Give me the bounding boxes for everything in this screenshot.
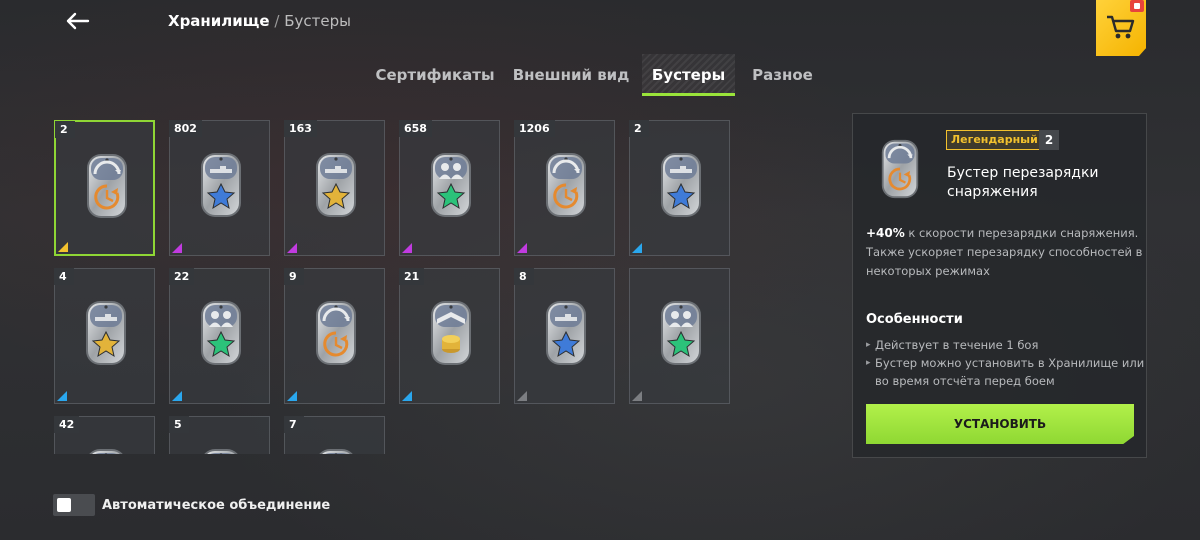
rarity-corner-marker [632, 391, 642, 401]
breadcrumb-separator: / [274, 12, 280, 30]
reload-booster-icon [544, 151, 588, 223]
rarity-badge: Легендарный [946, 130, 1043, 150]
rarity-corner-marker [287, 391, 297, 401]
booster-card[interactable]: 802 [169, 120, 270, 256]
tab-boosters[interactable]: Бустеры [642, 54, 735, 96]
rarity-corner-marker [58, 242, 68, 252]
booster-count: 658 [399, 120, 432, 137]
booster-count: 2 [55, 121, 75, 138]
tab-appearance[interactable]: Внешний вид [500, 54, 642, 96]
tank-star-booster-icon [84, 299, 128, 371]
crew-star-booster-icon [429, 151, 473, 223]
shopping-cart-icon [1107, 15, 1135, 39]
booster-card[interactable]: 163 [284, 120, 385, 256]
category-tabs: Сертификаты Внешний вид Бустеры Разное [370, 54, 830, 96]
tab-label: Внешний вид [512, 66, 630, 84]
toggle-knob [57, 498, 71, 512]
booster-detail-panel: Легендарный 2 Бустер перезарядки снаряже… [852, 113, 1147, 458]
tab-label: Разное [752, 66, 813, 84]
booster-card[interactable]: 658 [399, 120, 500, 256]
booster-card[interactable]: 42 [54, 416, 155, 454]
booster-card[interactable]: 1206 [514, 120, 615, 256]
auto-merge-toggle[interactable] [53, 494, 95, 516]
desc-bonus: +40% [866, 226, 905, 240]
tab-misc[interactable]: Разное [735, 54, 830, 96]
tab-label: Сертификаты [375, 66, 495, 84]
booster-count: 5 [169, 416, 189, 433]
detail-count: 2 [1039, 130, 1059, 150]
features-list: Действует в течение 1 боя Бустер можно у… [866, 336, 1148, 390]
booster-title: Бустер перезарядки снаряжения [947, 165, 1099, 200]
booster-count: 2 [629, 120, 649, 137]
booster-card[interactable]: 2 [54, 120, 155, 256]
tank-star-booster-icon [544, 299, 588, 371]
booster-count: 1206 [514, 120, 555, 137]
booster-count: 42 [54, 416, 80, 433]
reload-booster-icon [84, 447, 128, 454]
booster-count: 8 [514, 268, 534, 285]
rarity-corner-marker [402, 391, 412, 401]
auto-merge-label: Автоматическое объединение [102, 498, 331, 513]
booster-card[interactable]: 22 [169, 268, 270, 404]
tank-star-booster-icon [314, 151, 358, 223]
crew-star-booster-icon [659, 299, 703, 371]
booster-card[interactable]: 4 [54, 268, 155, 404]
booster-count: 21 [399, 268, 425, 285]
booster-card[interactable]: 21 [399, 268, 500, 404]
breadcrumb: Хранилище / Бустеры [168, 12, 351, 30]
booster-card[interactable] [629, 268, 730, 404]
arrow-left-icon [66, 12, 90, 30]
crew-star-booster-icon [199, 299, 243, 371]
breadcrumb-current: Бустеры [284, 12, 351, 30]
back-button[interactable] [62, 8, 92, 34]
booster-count: 9 [284, 268, 304, 285]
install-button[interactable]: УСТАНОВИТЬ [866, 404, 1134, 444]
booster-count: 7 [284, 416, 304, 433]
reload-booster-icon [314, 299, 358, 371]
tank-star-booster-icon [659, 151, 703, 223]
tab-certificates[interactable]: Сертификаты [370, 54, 500, 96]
booster-count: 22 [169, 268, 195, 285]
rarity-corner-marker [172, 243, 182, 253]
rarity-corner-marker [517, 243, 527, 253]
booster-card[interactable]: 2 [629, 120, 730, 256]
credits-booster-icon [314, 447, 358, 454]
reload-booster-icon [85, 152, 129, 224]
booster-card[interactable]: 9 [284, 268, 385, 404]
booster-description: +40% к скорости перезарядки снаряжения. … [866, 224, 1144, 281]
desc-text: к скорости перезарядки снаряжения. Также… [866, 226, 1143, 278]
booster-card[interactable]: 5 [169, 416, 270, 454]
booster-count: 163 [284, 120, 317, 137]
tab-label: Бустеры [651, 66, 726, 84]
rarity-corner-marker [517, 391, 527, 401]
feature-item: Бустер можно установить в Хранилище или … [866, 354, 1148, 390]
credits-booster-icon [429, 299, 473, 371]
booster-grid: 2 802 163 658 1206 2 4 22 9 21 8 42 5 7 [50, 118, 740, 454]
features-title: Особенности [866, 312, 963, 327]
rarity-corner-marker [57, 391, 67, 401]
tank-star-booster-icon [199, 151, 243, 223]
credits-booster-icon [199, 447, 243, 454]
reload-booster-icon [880, 138, 920, 204]
rarity-corner-marker [402, 243, 412, 253]
booster-count: 802 [169, 120, 202, 137]
rarity-corner-marker [632, 243, 642, 253]
gift-badge-icon [1130, 0, 1144, 12]
booster-card[interactable]: 7 [284, 416, 385, 454]
rarity-corner-marker [287, 243, 297, 253]
rarity-corner-marker [172, 391, 182, 401]
feature-item: Действует в течение 1 боя [866, 336, 1148, 354]
breadcrumb-root[interactable]: Хранилище [168, 12, 270, 30]
booster-card[interactable]: 8 [514, 268, 615, 404]
booster-count: 4 [54, 268, 74, 285]
